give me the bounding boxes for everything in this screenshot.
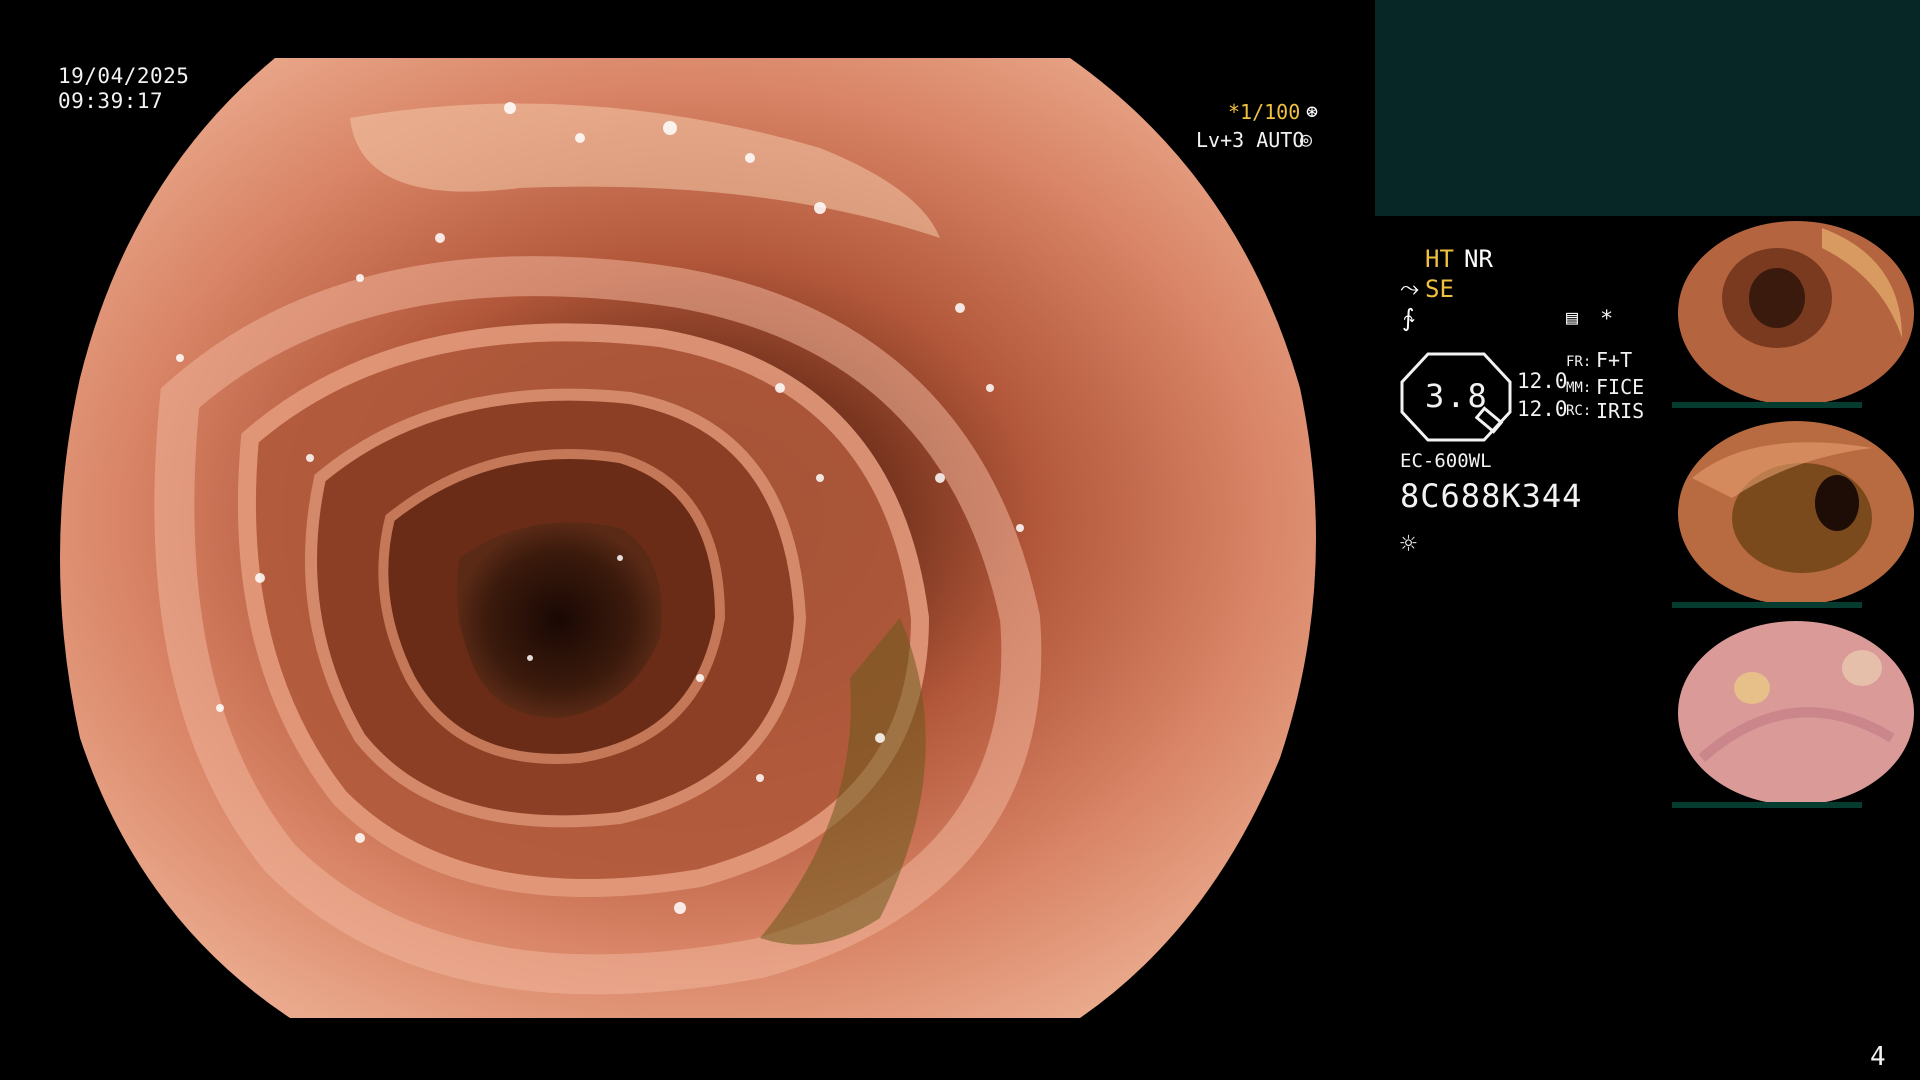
light-icon: ☼ [1400, 527, 1417, 560]
zoom-value: 3.8 [1425, 377, 1489, 415]
date-readout: 19/04/2025 [58, 64, 190, 88]
brightness-level: Lv+3 AUTO [1196, 128, 1305, 152]
shutter-speed: *1/100 [1228, 100, 1301, 124]
rc-value: IRIS [1596, 399, 1645, 423]
star-indicator: * [1600, 307, 1614, 332]
nr-indicator: NR [1464, 245, 1493, 273]
time-readout: 09:39:17 [58, 89, 164, 113]
ht-indicator: HT [1425, 245, 1454, 273]
mm-value: FICE [1596, 375, 1645, 399]
fr-value: F+T [1596, 348, 1633, 372]
page-number: 4 [1870, 1042, 1886, 1072]
iris-icon: ◎ [1300, 127, 1313, 151]
document-icon: ▤ [1566, 305, 1579, 329]
thumbnail-bar [1672, 802, 1862, 808]
value-1: 12.0 [1517, 369, 1568, 393]
se-indicator: SE [1425, 275, 1454, 303]
thumbnail-3[interactable] [1672, 618, 1920, 808]
thumbnail-1[interactable] [1672, 218, 1920, 408]
aperture-icon: ⊛ [1306, 99, 1319, 123]
scope-model: EC-600WL [1400, 450, 1492, 472]
hand-icon: ⤳ [1400, 274, 1420, 302]
scope-serial: 8C688K344 [1400, 477, 1583, 515]
mm-label: MM: [1566, 380, 1592, 396]
info-panel-background [1375, 0, 1920, 216]
endoscopy-image [60, 58, 1316, 1018]
thumbnail-2[interactable] [1672, 418, 1920, 608]
value-2: 12.0 [1517, 397, 1568, 421]
rc-label: RC: [1566, 403, 1592, 419]
thumbnail-bar [1672, 402, 1862, 408]
thumbnail-bar [1672, 602, 1862, 608]
fr-label: FR: [1566, 354, 1592, 370]
pen-icon: ∱ [1402, 304, 1415, 332]
